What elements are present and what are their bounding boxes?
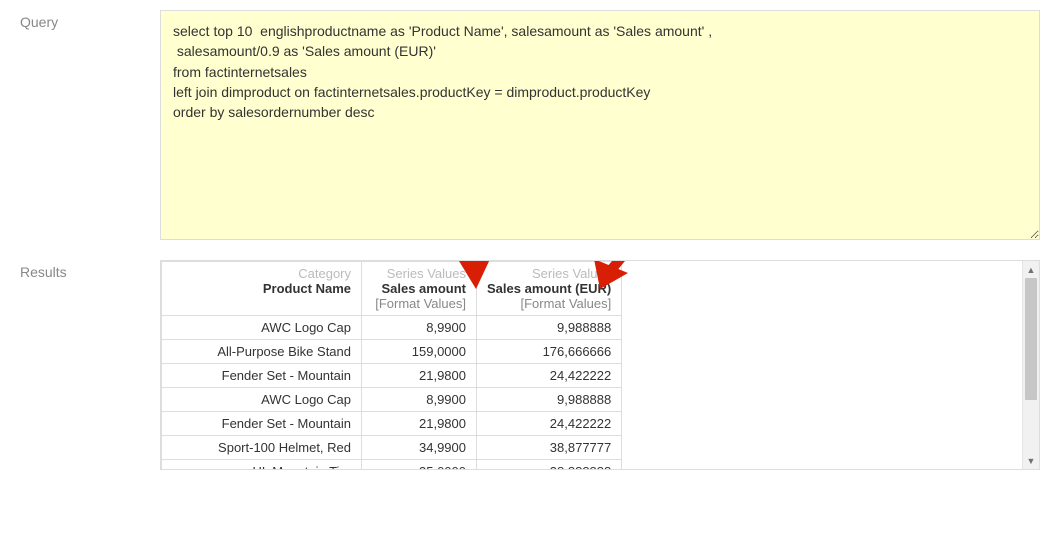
cell-sales-amount: 35,0000	[362, 460, 477, 470]
results-scrollbar[interactable]: ▲ ▼	[1022, 261, 1039, 469]
results-scroll-area: Category Product Name Series Values Sale…	[161, 261, 1022, 469]
cell-sales-eur: 38,888888	[477, 460, 622, 470]
results-table: Category Product Name Series Values Sale…	[161, 261, 622, 469]
header-main-sales: Sales amount	[372, 281, 466, 296]
table-row[interactable]: AWC Logo Cap8,99009,988888	[162, 316, 622, 340]
table-row[interactable]: All-Purpose Bike Stand159,0000176,666666	[162, 340, 622, 364]
format-values-link-1[interactable]: [Format Values]	[372, 296, 466, 311]
cell-sales-eur: 24,422222	[477, 364, 622, 388]
cell-sales-amount: 159,0000	[362, 340, 477, 364]
header-top-series-2: Series Values	[487, 266, 611, 281]
scroll-track[interactable]	[1023, 278, 1039, 452]
cell-sales-amount: 8,9900	[362, 388, 477, 412]
header-top-category: Category	[172, 266, 351, 281]
table-row[interactable]: Fender Set - Mountain21,980024,422222	[162, 412, 622, 436]
header-main-sales-eur: Sales amount (EUR)	[487, 281, 611, 296]
cell-product-name: All-Purpose Bike Stand	[162, 340, 362, 364]
cell-sales-eur: 9,988888	[477, 388, 622, 412]
cell-product-name: Fender Set - Mountain	[162, 364, 362, 388]
scroll-down-button[interactable]: ▼	[1023, 452, 1039, 469]
results-section: Results Category Product Name	[20, 260, 1044, 470]
query-label: Query	[20, 10, 160, 30]
cell-product-name: Sport-100 Helmet, Red	[162, 436, 362, 460]
cell-sales-eur: 38,877777	[477, 436, 622, 460]
table-row[interactable]: Fender Set - Mountain21,980024,422222	[162, 364, 622, 388]
scroll-up-button[interactable]: ▲	[1023, 261, 1039, 278]
query-section: Query	[20, 10, 1044, 240]
header-top-series-1: Series Values	[372, 266, 466, 281]
cell-product-name: HL Mountain Tire	[162, 460, 362, 470]
header-main-name: Product Name	[172, 281, 351, 296]
cell-sales-eur: 9,988888	[477, 316, 622, 340]
scroll-thumb[interactable]	[1025, 278, 1037, 400]
cell-sales-amount: 8,9900	[362, 316, 477, 340]
cell-product-name: AWC Logo Cap	[162, 388, 362, 412]
cell-sales-amount: 21,9800	[362, 412, 477, 436]
cell-sales-eur: 176,666666	[477, 340, 622, 364]
table-row[interactable]: HL Mountain Tire35,000038,888888	[162, 460, 622, 470]
results-label: Results	[20, 260, 160, 280]
results-container: Category Product Name Series Values Sale…	[160, 260, 1040, 470]
cell-product-name: AWC Logo Cap	[162, 316, 362, 340]
col-header-sales-eur[interactable]: Series Values Sales amount (EUR) [Format…	[477, 262, 622, 316]
query-input[interactable]	[160, 10, 1040, 240]
format-values-link-2[interactable]: [Format Values]	[487, 296, 611, 311]
cell-sales-amount: 21,9800	[362, 364, 477, 388]
cell-sales-amount: 34,9900	[362, 436, 477, 460]
col-header-sales[interactable]: Series Values Sales amount [Format Value…	[362, 262, 477, 316]
cell-sales-eur: 24,422222	[477, 412, 622, 436]
cell-product-name: Fender Set - Mountain	[162, 412, 362, 436]
table-row[interactable]: AWC Logo Cap8,99009,988888	[162, 388, 622, 412]
table-row[interactable]: Sport-100 Helmet, Red34,990038,877777	[162, 436, 622, 460]
col-header-category: Category Product Name	[162, 262, 362, 316]
